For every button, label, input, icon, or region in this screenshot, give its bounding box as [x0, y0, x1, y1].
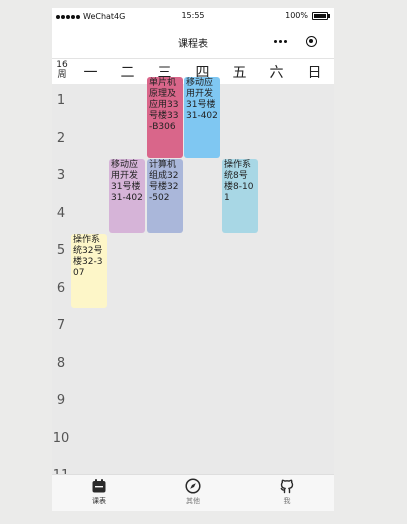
day-header: 二: [120, 65, 135, 81]
day-header: 一: [83, 65, 98, 81]
tab-other-label: 其他: [186, 497, 200, 505]
tab-schedule[interactable]: 课表: [69, 478, 129, 506]
day-header: 日: [307, 65, 322, 81]
course-card[interactable]: 操作系统32号楼32-307: [71, 234, 107, 308]
close-target-icon[interactable]: [306, 35, 317, 47]
tab-bar: 课表 其他 我: [52, 474, 334, 511]
week-label[interactable]: 16 周: [54, 60, 70, 80]
tab-schedule-label: 课表: [92, 497, 106, 505]
tab-me[interactable]: 我: [257, 478, 317, 506]
course-card[interactable]: 移动应用开发31号楼31-402: [109, 159, 145, 233]
period-label: 9: [56, 393, 66, 408]
week-unit: 周: [57, 70, 67, 80]
battery-indicator: 100%: [285, 11, 330, 20]
period-label: 7: [56, 318, 66, 333]
navigation-bar: 课程表: [52, 24, 334, 59]
tab-me-label: 我: [283, 497, 291, 505]
period-label: 6: [56, 280, 66, 296]
github-icon: [280, 479, 294, 494]
period-label: 10: [52, 430, 70, 446]
course-card[interactable]: 单片机原理及应用33号楼33-B306: [147, 77, 183, 158]
compass-icon: [185, 478, 201, 494]
calendar-icon: [92, 479, 106, 493]
day-header: 六: [269, 65, 284, 81]
course-card[interactable]: 计算机组成32号楼32-502: [147, 159, 183, 233]
timetable-grid: 1234567891011 单片机原理及应用33号楼33-B306移动应用开发3…: [52, 77, 334, 483]
period-label: 5: [56, 243, 66, 258]
period-label: 2: [56, 130, 66, 146]
battery-icon: [312, 11, 330, 20]
course-card[interactable]: 移动应用开发31号楼31-402: [184, 77, 220, 158]
day-header: 五: [232, 65, 247, 81]
more-icon[interactable]: [273, 39, 288, 43]
mini-program-capsule: [264, 32, 326, 50]
period-label: 8: [56, 355, 66, 371]
period-label: 3: [56, 168, 66, 183]
battery-percent: 100%: [285, 11, 308, 20]
course-card[interactable]: 操作系统8号楼8-101: [222, 159, 258, 233]
phone-screen: WeChat4G 15:55 100% 课程表 16 周 一二三四五六日 123…: [52, 8, 334, 511]
period-label: 4: [56, 205, 66, 221]
tab-other[interactable]: 其他: [163, 478, 223, 506]
week-number: 16: [56, 60, 68, 70]
period-label: 1: [56, 93, 66, 108]
status-bar: WeChat4G 15:55 100%: [52, 8, 334, 24]
